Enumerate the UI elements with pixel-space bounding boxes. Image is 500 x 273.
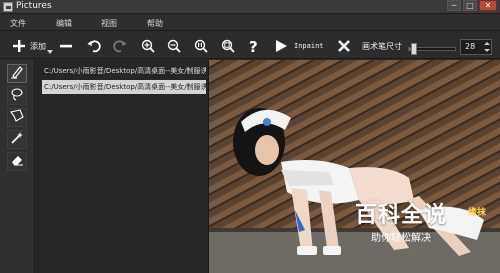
play-icon bbox=[274, 39, 288, 53]
lasso-icon bbox=[10, 87, 24, 104]
menu-bar: 文件 编辑 视图 帮助 bbox=[0, 15, 500, 31]
file-list-panel: C:/Users/小雨影音/Desktop/高清桌面--美女/制服诱惑 C:/U… bbox=[36, 60, 209, 273]
help-button[interactable]: ? bbox=[246, 37, 262, 55]
lasso-tool[interactable] bbox=[7, 86, 27, 105]
maximize-button[interactable]: □ bbox=[463, 0, 477, 11]
app-icon bbox=[3, 2, 13, 12]
menu-file[interactable]: 文件 bbox=[10, 18, 26, 29]
cancel-button[interactable] bbox=[336, 37, 352, 55]
watermark-title: 百科全说 bbox=[354, 203, 447, 228]
polygon-lasso-tool[interactable] bbox=[7, 108, 27, 127]
menu-edit[interactable]: 编辑 bbox=[56, 18, 72, 29]
remove-button[interactable] bbox=[58, 37, 74, 55]
window-titlebar: Pictures ─ □ ✕ bbox=[0, 0, 500, 14]
window-title: Pictures bbox=[16, 1, 52, 11]
eraser-tool[interactable] bbox=[7, 152, 27, 171]
add-dropdown-icon[interactable] bbox=[47, 50, 53, 54]
slider-thumb[interactable] bbox=[410, 43, 417, 55]
zoom-actual-icon bbox=[194, 39, 208, 53]
zoom-fit-icon bbox=[221, 39, 235, 53]
add-label: 添加 bbox=[30, 42, 46, 51]
left-toolbar bbox=[0, 60, 35, 273]
add-button[interactable] bbox=[10, 37, 28, 55]
menu-help[interactable]: 帮助 bbox=[147, 18, 163, 29]
svg-text:?: ? bbox=[249, 38, 258, 54]
zoom-in-icon bbox=[141, 39, 155, 53]
minus-icon bbox=[59, 39, 73, 53]
zoom-in-button[interactable] bbox=[140, 37, 156, 55]
close-icon bbox=[337, 39, 351, 53]
close-window-button[interactable]: ✕ bbox=[479, 0, 497, 11]
magic-wand-tool[interactable] bbox=[7, 130, 27, 149]
zoom-fit-button[interactable] bbox=[220, 37, 236, 55]
brush-size-value: 28 bbox=[465, 42, 476, 51]
watermark-subtitle: 助你轻松解决 bbox=[371, 233, 431, 244]
undo-icon bbox=[87, 39, 101, 53]
file-item-selected[interactable]: C:/Users/小雨影音/Desktop/高清桌面--美女/制服诱惑 bbox=[42, 80, 206, 94]
eraser-icon bbox=[10, 153, 24, 170]
toolbar: 添加 ? Inpaint 画术笔尺寸 28 bbox=[0, 32, 500, 59]
plus-icon bbox=[12, 39, 26, 53]
spin-arrows-icon[interactable] bbox=[484, 41, 490, 53]
file-item[interactable]: C:/Users/小雨影音/Desktop/高清桌面--美女/制服诱惑 bbox=[42, 64, 206, 78]
minimize-button[interactable]: ─ bbox=[447, 0, 461, 11]
redo-icon bbox=[113, 39, 127, 53]
window-controls: ─ □ ✕ bbox=[447, 0, 497, 11]
zoom-actual-button[interactable] bbox=[193, 37, 209, 55]
undo-button[interactable] bbox=[86, 37, 102, 55]
brush-size-input[interactable]: 28 bbox=[460, 39, 492, 55]
brush-size-label: 画术笔尺寸 bbox=[362, 42, 402, 51]
watermark: 百科全说 助你轻松解决 bbox=[336, 197, 466, 247]
pencil-marker-icon bbox=[10, 65, 24, 82]
redo-button[interactable] bbox=[112, 37, 128, 55]
inpaint-button[interactable] bbox=[272, 37, 290, 55]
magic-wand-icon bbox=[10, 131, 24, 148]
inpaint-label[interactable]: Inpaint bbox=[294, 42, 324, 50]
zoom-out-button[interactable] bbox=[166, 37, 182, 55]
zoom-out-icon bbox=[167, 39, 181, 53]
marker-tool[interactable] bbox=[7, 64, 27, 83]
polygon-lasso-icon bbox=[10, 109, 24, 126]
canvas-side-text: 缘抹 bbox=[468, 208, 487, 218]
help-icon: ? bbox=[247, 38, 261, 54]
menu-view[interactable]: 视图 bbox=[101, 18, 117, 29]
